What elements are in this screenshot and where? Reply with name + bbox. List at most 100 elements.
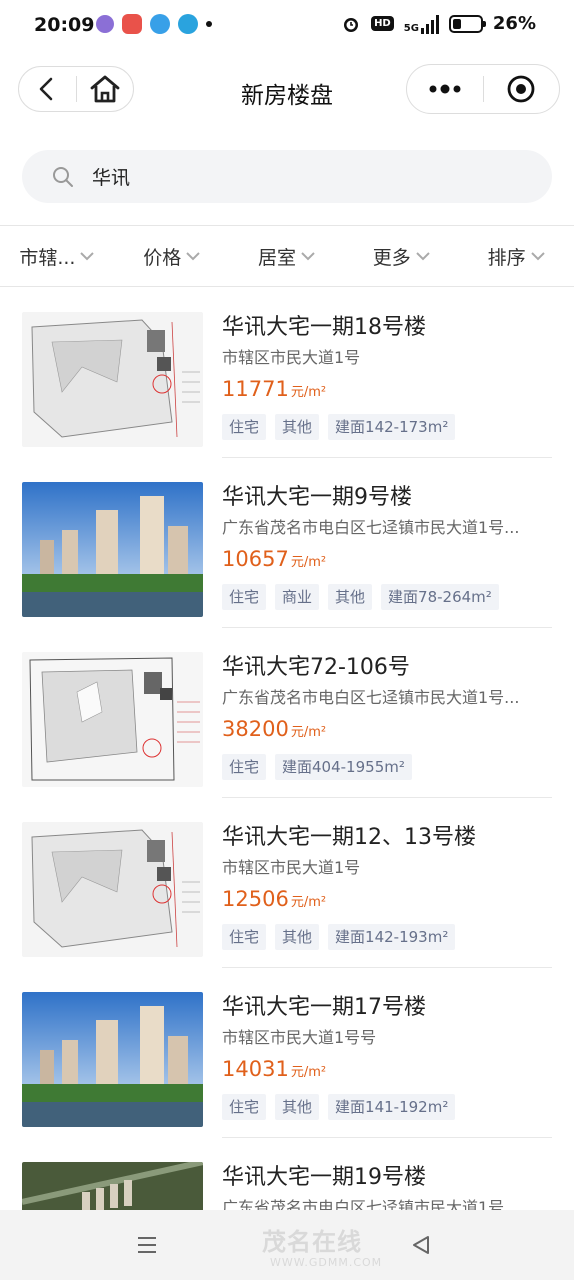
tag: 建面142-173m²: [328, 414, 456, 440]
tag: 建面404-1955m²: [275, 754, 412, 780]
chevron-down-icon: [301, 252, 315, 261]
price-value: 11771: [222, 377, 289, 401]
tag: 其他: [275, 924, 320, 950]
filter-label: 居室: [257, 246, 296, 269]
listing-tags: 住宅 其他 建面142-193m²: [222, 924, 552, 950]
menu-button[interactable]: [136, 1234, 158, 1260]
listing-address: 广东省茂名市电白区七迳镇市民大道1号...: [222, 688, 520, 707]
price-value: 12506: [222, 887, 289, 911]
listing-price: 12506 元/m²: [222, 884, 552, 918]
price-unit: 元/m²: [290, 555, 327, 570]
back-triangle-icon: [413, 1236, 429, 1254]
filter-label: 市辖...: [19, 246, 76, 269]
tag: 建面141-192m²: [328, 1094, 456, 1120]
nav-right-capsule: [406, 64, 560, 114]
chat-app-icon: [96, 15, 114, 33]
listing-price: 11771 元/m²: [222, 374, 552, 408]
cloud-app-icon: [150, 14, 170, 34]
listing-item[interactable]: 华讯大宅一期9号楼 广东省茂名市电白区七迳镇市民大道1号... 10657 元/m…: [0, 458, 574, 628]
tag: 建面78-264m²: [381, 584, 499, 610]
filter-more[interactable]: 更多: [344, 226, 459, 286]
listing-name: 华讯大宅一期17号楼: [222, 995, 426, 1020]
chevron-down-icon: [530, 252, 545, 261]
listing-item[interactable]: 华讯大宅一期18号楼 市辖区市民大道1号 11771 元/m² 住宅 其他 建面1…: [0, 288, 574, 458]
listing-address: 市辖区市民大道1号号: [222, 1028, 377, 1047]
listing-info: 华讯大宅一期18号楼 市辖区市民大道1号 11771 元/m² 住宅 其他 建面1…: [222, 312, 552, 458]
filter-sort[interactable]: 排序: [459, 226, 574, 286]
listing-tags: 住宅 建面404-1955m²: [222, 754, 552, 780]
watermark-url: WWW.GDMM.COM: [270, 1256, 383, 1269]
listing-info: 华讯大宅一期12、13号楼 市辖区市民大道1号 12506 元/m² 住宅 其他 …: [222, 822, 552, 968]
site-plan-image: [22, 312, 203, 447]
more-dots-icon: [429, 84, 461, 94]
search-bar[interactable]: 华讯: [22, 150, 552, 203]
chevron-down-icon: [80, 252, 95, 261]
listing-name: 华讯大宅一期12、13号楼: [222, 825, 476, 850]
tag: 住宅: [222, 1094, 267, 1120]
close-miniprogram-button[interactable]: [484, 64, 560, 114]
towers-image: [22, 482, 203, 617]
listing-address: 市辖区市民大道1号: [222, 348, 361, 367]
listing-price: 14031 元/m²: [222, 1054, 552, 1088]
alarm-icon: [344, 17, 359, 32]
signal-icon: [420, 14, 439, 34]
listing-item[interactable]: 华讯大宅一期17号楼 市辖区市民大道1号号 14031 元/m² 住宅 其他 建面…: [0, 968, 574, 1138]
tag: 其他: [275, 1094, 320, 1120]
more-notifications-dot: [206, 21, 212, 27]
notification-icons: [96, 14, 212, 34]
target-close-icon: [507, 75, 535, 103]
filter-district[interactable]: 市辖...: [0, 226, 115, 286]
listing-info: 华讯大宅72-106号 广东省茂名市电白区七迳镇市民大道1号... 38200 元…: [222, 652, 552, 798]
price-value: 14031: [222, 1057, 289, 1081]
filter-label: 价格: [143, 246, 182, 269]
filter-price[interactable]: 价格: [115, 226, 230, 286]
back-nav-button[interactable]: [410, 1234, 432, 1260]
tag: 商业: [275, 584, 320, 610]
tag: 其他: [275, 414, 320, 440]
status-bar: 20:09 HD 5G 26%: [0, 0, 574, 52]
system-nav-bar: 茂名在线 WWW.GDMM.COM: [0, 1210, 574, 1280]
price-value: 38200: [222, 717, 289, 741]
tag: 住宅: [222, 584, 267, 610]
search-icon: [53, 166, 73, 187]
filter-rooms[interactable]: 居室: [230, 226, 345, 286]
menu-icon: [138, 1237, 156, 1253]
status-time: 20:09: [34, 14, 95, 36]
network-type: 5G: [403, 22, 419, 34]
chevron-down-icon: [416, 252, 430, 261]
tag: 住宅: [222, 924, 267, 950]
listing-tags: 住宅 其他 建面142-173m²: [222, 414, 552, 440]
battery-icon: [448, 14, 486, 33]
listing-name: 华讯大宅一期9号楼: [222, 485, 412, 510]
chevron-down-icon: [186, 252, 200, 261]
watermark-text: 茂名在线: [262, 1228, 362, 1256]
listing-info: 华讯大宅一期17号楼 市辖区市民大道1号号 14031 元/m² 住宅 其他 建面…: [222, 992, 552, 1138]
tag: 其他: [328, 584, 373, 610]
hd-badge: HD: [371, 16, 394, 31]
price-unit: 元/m²: [290, 385, 327, 400]
filter-bar: 市辖... 价格 居室 更多 排序: [0, 225, 574, 287]
filter-label: 排序: [487, 246, 526, 269]
listing-item[interactable]: 华讯大宅一期12、13号楼 市辖区市民大道1号 12506 元/m² 住宅 其他 …: [0, 798, 574, 968]
listing-address: 市辖区市民大道1号: [222, 858, 361, 877]
tag: 住宅: [222, 754, 267, 780]
listing-item[interactable]: 华讯大宅72-106号 广东省茂名市电白区七迳镇市民大道1号... 38200 元…: [0, 628, 574, 798]
listing-tags: 住宅 商业 其他 建面78-264m²: [222, 584, 552, 610]
site-plan-image: [22, 822, 203, 957]
listing-name: 华讯大宅一期19号楼: [222, 1165, 426, 1190]
listing-tags: 住宅 其他 建面141-192m²: [222, 1094, 552, 1120]
listing-address: 广东省茂名市电白区七迳镇市民大道1号...: [222, 518, 520, 537]
listing-name: 华讯大宅72-106号: [222, 655, 410, 680]
tag: 建面142-193m²: [328, 924, 456, 950]
towers-image: [22, 992, 203, 1127]
price-unit: 元/m²: [290, 725, 327, 740]
watermark: 茂名在线 WWW.GDMM.COM: [190, 1222, 390, 1276]
nav-bar: 新房楼盘: [0, 62, 574, 118]
listing-price: 10657 元/m²: [222, 544, 552, 578]
price-unit: 元/m²: [290, 1065, 327, 1080]
search-input[interactable]: 华讯: [92, 163, 130, 190]
listing-name: 华讯大宅一期18号楼: [222, 315, 426, 340]
listing-price: 38200 元/m²: [222, 714, 552, 748]
more-options-button[interactable]: [407, 64, 483, 114]
price-value: 10657: [222, 547, 289, 571]
